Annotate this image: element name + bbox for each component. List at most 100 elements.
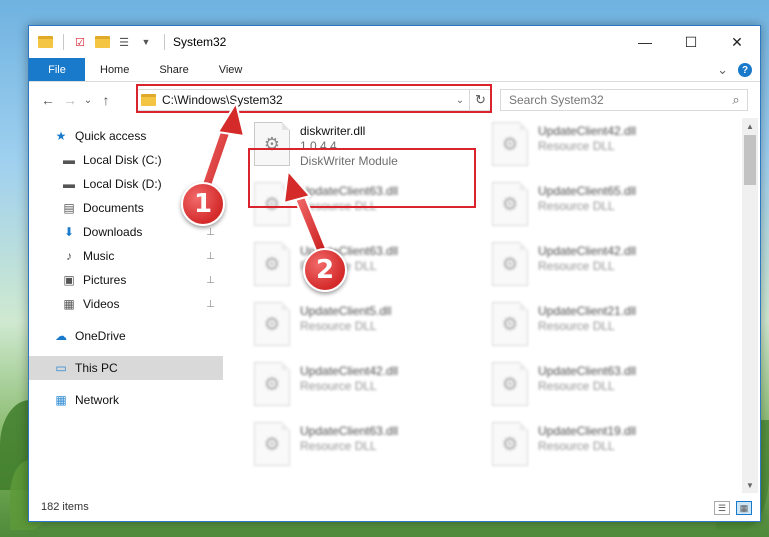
dll-file-icon: ⚙	[254, 422, 290, 466]
file-name: UpdateClient65.dll	[538, 184, 637, 198]
document-icon: ▤	[63, 201, 75, 215]
pin-icon[interactable]: ⊥	[206, 227, 215, 238]
up-button[interactable]: ↑	[95, 89, 117, 111]
dll-file-icon: ⚙	[492, 422, 528, 466]
file-type: Resource DLL	[538, 319, 615, 333]
sidebar-item-network[interactable]: ▦ Network	[29, 388, 223, 412]
sidebar-item-label: Videos	[83, 297, 120, 311]
tab-view[interactable]: View	[204, 58, 258, 81]
folder-icon[interactable]	[37, 34, 53, 50]
file-item[interactable]: ⚙ UpdateClient5.dll Resource DLL	[254, 302, 484, 354]
refresh-button[interactable]: ↻	[469, 90, 491, 110]
file-type: Resource DLL	[538, 379, 615, 393]
pin-icon[interactable]: ⊥	[206, 299, 215, 310]
maximize-button[interactable]: ☐	[668, 26, 714, 58]
file-item[interactable]: ⚙ UpdateClient65.dll Resource DLL	[492, 182, 722, 234]
search-input[interactable]	[509, 93, 725, 107]
customize-toolbar-icon[interactable]: ☰	[116, 34, 132, 50]
network-icon: ▦	[55, 393, 67, 407]
divider	[164, 34, 165, 50]
file-item[interactable]: ⚙UpdateClient63.dllResource DLL	[254, 182, 484, 234]
file-item-diskwriter[interactable]: ⚙ diskwriter.dll 1.0.4.4 DiskWriter Modu…	[254, 122, 484, 174]
sidebar-item-music[interactable]: ♪ Music ⊥	[29, 244, 223, 268]
sidebar-item-onedrive[interactable]: ☁ OneDrive	[29, 324, 223, 348]
pin-icon[interactable]: ⊥	[206, 275, 215, 286]
tab-share[interactable]: Share	[144, 58, 203, 81]
chevron-down-icon[interactable]: ⌄	[451, 95, 469, 106]
tiles-view-icon[interactable]: ▦	[736, 501, 752, 515]
sidebar-item-label: Pictures	[83, 273, 127, 287]
window-title: System32	[173, 35, 227, 49]
search-box[interactable]: ⌕	[500, 89, 748, 111]
forward-button[interactable]: →	[59, 89, 81, 111]
music-icon: ♪	[66, 249, 72, 263]
scroll-down-icon[interactable]: ▼	[742, 477, 758, 493]
navigation-bar: ← → ⌄ ↑ C:\Windows\System32 ⌄ ↻ ⌕	[29, 82, 760, 118]
file-item[interactable]: ⚙ UpdateClient42.dll Resource DLL	[492, 242, 722, 294]
status-bar: 182 items ☰ ▦	[29, 493, 760, 521]
scroll-up-icon[interactable]: ▲	[742, 118, 758, 134]
address-bar[interactable]: C:\Windows\System32 ⌄ ↻	[136, 89, 492, 111]
computer-icon: ▭	[55, 361, 67, 375]
help-icon[interactable]: ?	[738, 63, 752, 77]
chevron-down-icon[interactable]: ▼	[138, 34, 154, 50]
back-button[interactable]: ←	[37, 89, 59, 111]
sidebar-item-label: Downloads	[83, 225, 143, 239]
scroll-thumb[interactable]	[744, 135, 756, 185]
file-version: 1.0.4.4	[300, 139, 337, 153]
pin-icon[interactable]: ⊥	[206, 251, 215, 262]
sidebar-item-this-pc[interactable]: ▭ This PC	[29, 356, 223, 380]
tab-home[interactable]: Home	[85, 58, 144, 81]
close-button[interactable]: ✕	[714, 26, 760, 58]
step-1-badge: 1	[181, 182, 225, 226]
download-icon: ⬇	[63, 225, 75, 239]
file-item[interactable]: ⚙UpdateClient63.dllResource DLL	[254, 242, 484, 294]
address-path[interactable]: C:\Windows\System32	[162, 93, 451, 107]
sidebar-item-label: Music	[83, 249, 115, 263]
sidebar-item-videos[interactable]: ▦ Videos ⊥	[29, 292, 223, 316]
dll-file-icon: ⚙	[254, 182, 290, 226]
minimize-button[interactable]: —	[622, 26, 668, 58]
sidebar-item-pictures[interactable]: ▣ Pictures ⊥	[29, 268, 223, 292]
properties-icon[interactable]: ☑	[72, 34, 88, 50]
video-icon: ▦	[63, 297, 75, 311]
sidebar-item-local-disk-c[interactable]: ▬ Local Disk (C:)	[29, 148, 223, 172]
sidebar-item-label: Local Disk (D:)	[83, 177, 162, 191]
file-name: UpdateClient5.dll	[300, 304, 392, 318]
file-item[interactable]: ⚙ UpdateClient19.dll Resource DLL	[492, 422, 722, 474]
file-item[interactable]: ⚙UpdateClient63.dllResource DLL	[492, 362, 722, 414]
dll-file-icon: ⚙	[254, 362, 290, 406]
file-name: UpdateClient63.dll	[300, 424, 399, 438]
new-folder-icon[interactable]	[94, 34, 110, 50]
file-name: UpdateClient21.dll	[538, 304, 637, 318]
ribbon-controls: ⌄ ?	[717, 62, 752, 78]
file-item[interactable]: ⚙ UpdateClient42.dll Resource DLL	[492, 122, 722, 174]
navigation-pane: ★ Quick access ▬ Local Disk (C:) ▬ Local Di…	[29, 118, 223, 493]
cloud-icon: ☁	[55, 329, 67, 343]
sidebar-item-label: This PC	[75, 361, 118, 375]
file-type: Resource DLL	[538, 439, 615, 453]
recent-locations-button[interactable]: ⌄	[81, 89, 95, 111]
sidebar-item-label: Network	[75, 393, 120, 407]
tab-file[interactable]: File	[29, 58, 85, 81]
view-switcher: ☰ ▦	[714, 501, 752, 515]
search-icon[interactable]: ⌕	[725, 92, 747, 108]
title-bar: ☑ ☰ ▼ System32 — ☐ ✕	[29, 26, 760, 58]
file-item[interactable]: ⚙ UpdateClient42.dll Resource DLL	[254, 362, 484, 414]
file-type: Resource DLL	[300, 439, 377, 453]
sidebar-item-label: OneDrive	[75, 329, 126, 343]
dll-file-icon: ⚙	[254, 302, 290, 346]
file-item[interactable]: ⚙ UpdateClient21.dll Resource DLL	[492, 302, 722, 354]
sidebar-item-quick-access[interactable]: ★ Quick access	[29, 124, 223, 148]
file-type: Resource DLL	[300, 319, 377, 333]
details-view-icon[interactable]: ☰	[714, 501, 730, 515]
file-type: Resource DLL	[538, 199, 615, 213]
folder-icon	[141, 94, 156, 106]
picture-icon: ▣	[63, 273, 75, 287]
expand-ribbon-icon[interactable]: ⌄	[717, 62, 728, 78]
file-item[interactable]: ⚙ UpdateClient63.dllResource DLL	[254, 422, 484, 474]
file-name: UpdateClient63.dll	[300, 184, 399, 198]
window-controls: — ☐ ✕	[622, 26, 760, 58]
dll-file-icon: ⚙	[492, 122, 528, 166]
vertical-scrollbar[interactable]: ▲ ▼	[742, 118, 758, 493]
